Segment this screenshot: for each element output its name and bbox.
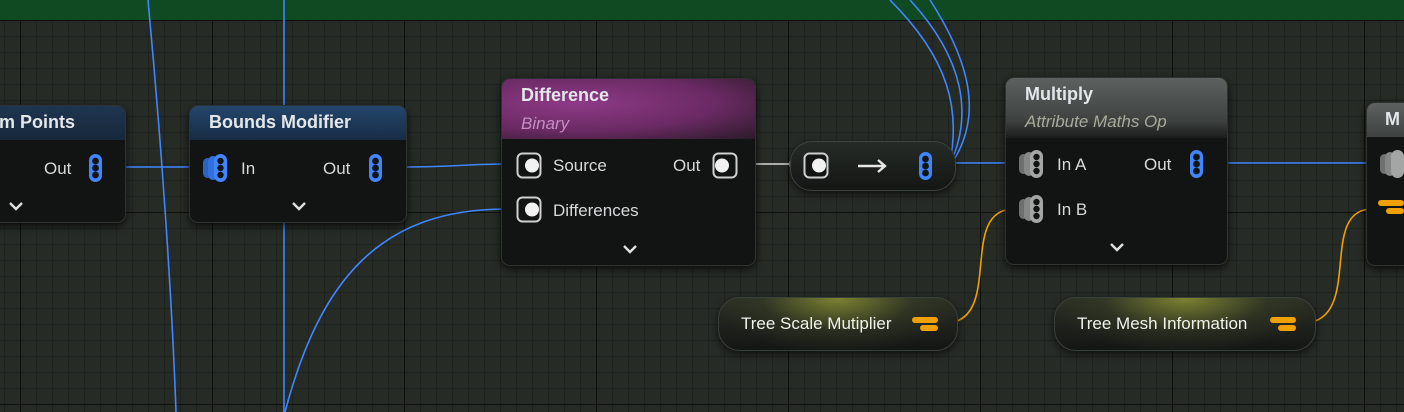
out-pin-icon[interactable] (1188, 149, 1206, 179)
attribute-icon[interactable] (1269, 316, 1297, 332)
source-pin-label: Source (553, 156, 607, 175)
in-pin-label: In (241, 159, 256, 178)
param-label: Tree Scale Mutiplier (741, 314, 892, 333)
attribute-icon[interactable] (911, 316, 939, 332)
wire-vertical-left (147, 0, 177, 412)
spatial-data-in-pin-icon[interactable] (202, 153, 230, 183)
wire-tree-mesh-out (1311, 208, 1373, 323)
node-difference[interactable]: Difference Binary Source Out Differences (501, 78, 756, 266)
node-title: Multiply (1025, 84, 1093, 104)
arrow-right-icon (858, 159, 887, 173)
node-title: Difference (521, 85, 610, 105)
node-header: Bounds Modifier (190, 106, 406, 140)
expand-chevron-icon[interactable] (617, 241, 643, 257)
expand-chevron-icon[interactable] (286, 198, 312, 214)
param-label: Tree Mesh Information (1077, 314, 1248, 333)
out-pin-icon[interactable] (710, 152, 738, 180)
node-next-partial[interactable]: M (1366, 102, 1404, 266)
node-subtitle: Attribute Maths Op (1025, 112, 1167, 131)
node-title: M (1385, 109, 1400, 129)
expand-chevron-icon[interactable] (3, 198, 29, 214)
attribute-icon[interactable] (1377, 199, 1404, 215)
node-title: m Points (0, 112, 76, 132)
node-sample-points[interactable]: m Points Out (0, 105, 126, 223)
reroute-in-pin-icon[interactable] (803, 152, 831, 180)
node-title: Bounds Modifier (209, 112, 351, 132)
wire-bounds-to-difference (403, 163, 507, 168)
node-header: M (1367, 103, 1404, 137)
node-header: Multiply Attribute Maths Op (1006, 78, 1227, 138)
param-tree-mesh-information[interactable]: Tree Mesh Information (1054, 297, 1316, 351)
spatial-data-pin-icon[interactable] (87, 153, 105, 183)
in-a-pin-icon[interactable] (1379, 149, 1404, 179)
in-b-pin-label: In B (1057, 200, 1088, 219)
out-pin-label: Out (1144, 155, 1172, 174)
out-pin-label: Out (323, 159, 351, 178)
node-multiply[interactable]: Multiply Attribute Maths Op In A Out In … (1005, 77, 1228, 265)
in-a-pin-icon[interactable] (1018, 149, 1048, 179)
reroute-out-pin-icon[interactable] (917, 151, 935, 181)
wire-top-3 (909, 0, 963, 163)
out-pin-label: Out (44, 159, 72, 178)
in-b-pin-icon[interactable] (1018, 194, 1048, 224)
wire-top-2 (929, 0, 971, 164)
source-pin-icon[interactable] (516, 152, 544, 180)
expand-chevron-icon[interactable] (1104, 239, 1130, 255)
node-subtitle: Binary (521, 114, 570, 133)
node-bounds-modifier[interactable]: Bounds Modifier In Out (189, 105, 407, 223)
in-a-pin-label: In A (1057, 155, 1087, 174)
spatial-data-out-pin-icon[interactable] (367, 153, 385, 183)
differences-pin-label: Differences (553, 201, 639, 220)
node-header: m Points (0, 106, 125, 140)
differences-pin-icon[interactable] (516, 196, 544, 224)
wire-differences-input (284, 208, 507, 412)
node-header: Difference Binary (502, 79, 755, 139)
param-tree-scale-multiplier[interactable]: Tree Scale Mutiplier (718, 297, 958, 351)
out-pin-label: Out (673, 156, 701, 175)
reroute-node[interactable] (790, 141, 956, 191)
